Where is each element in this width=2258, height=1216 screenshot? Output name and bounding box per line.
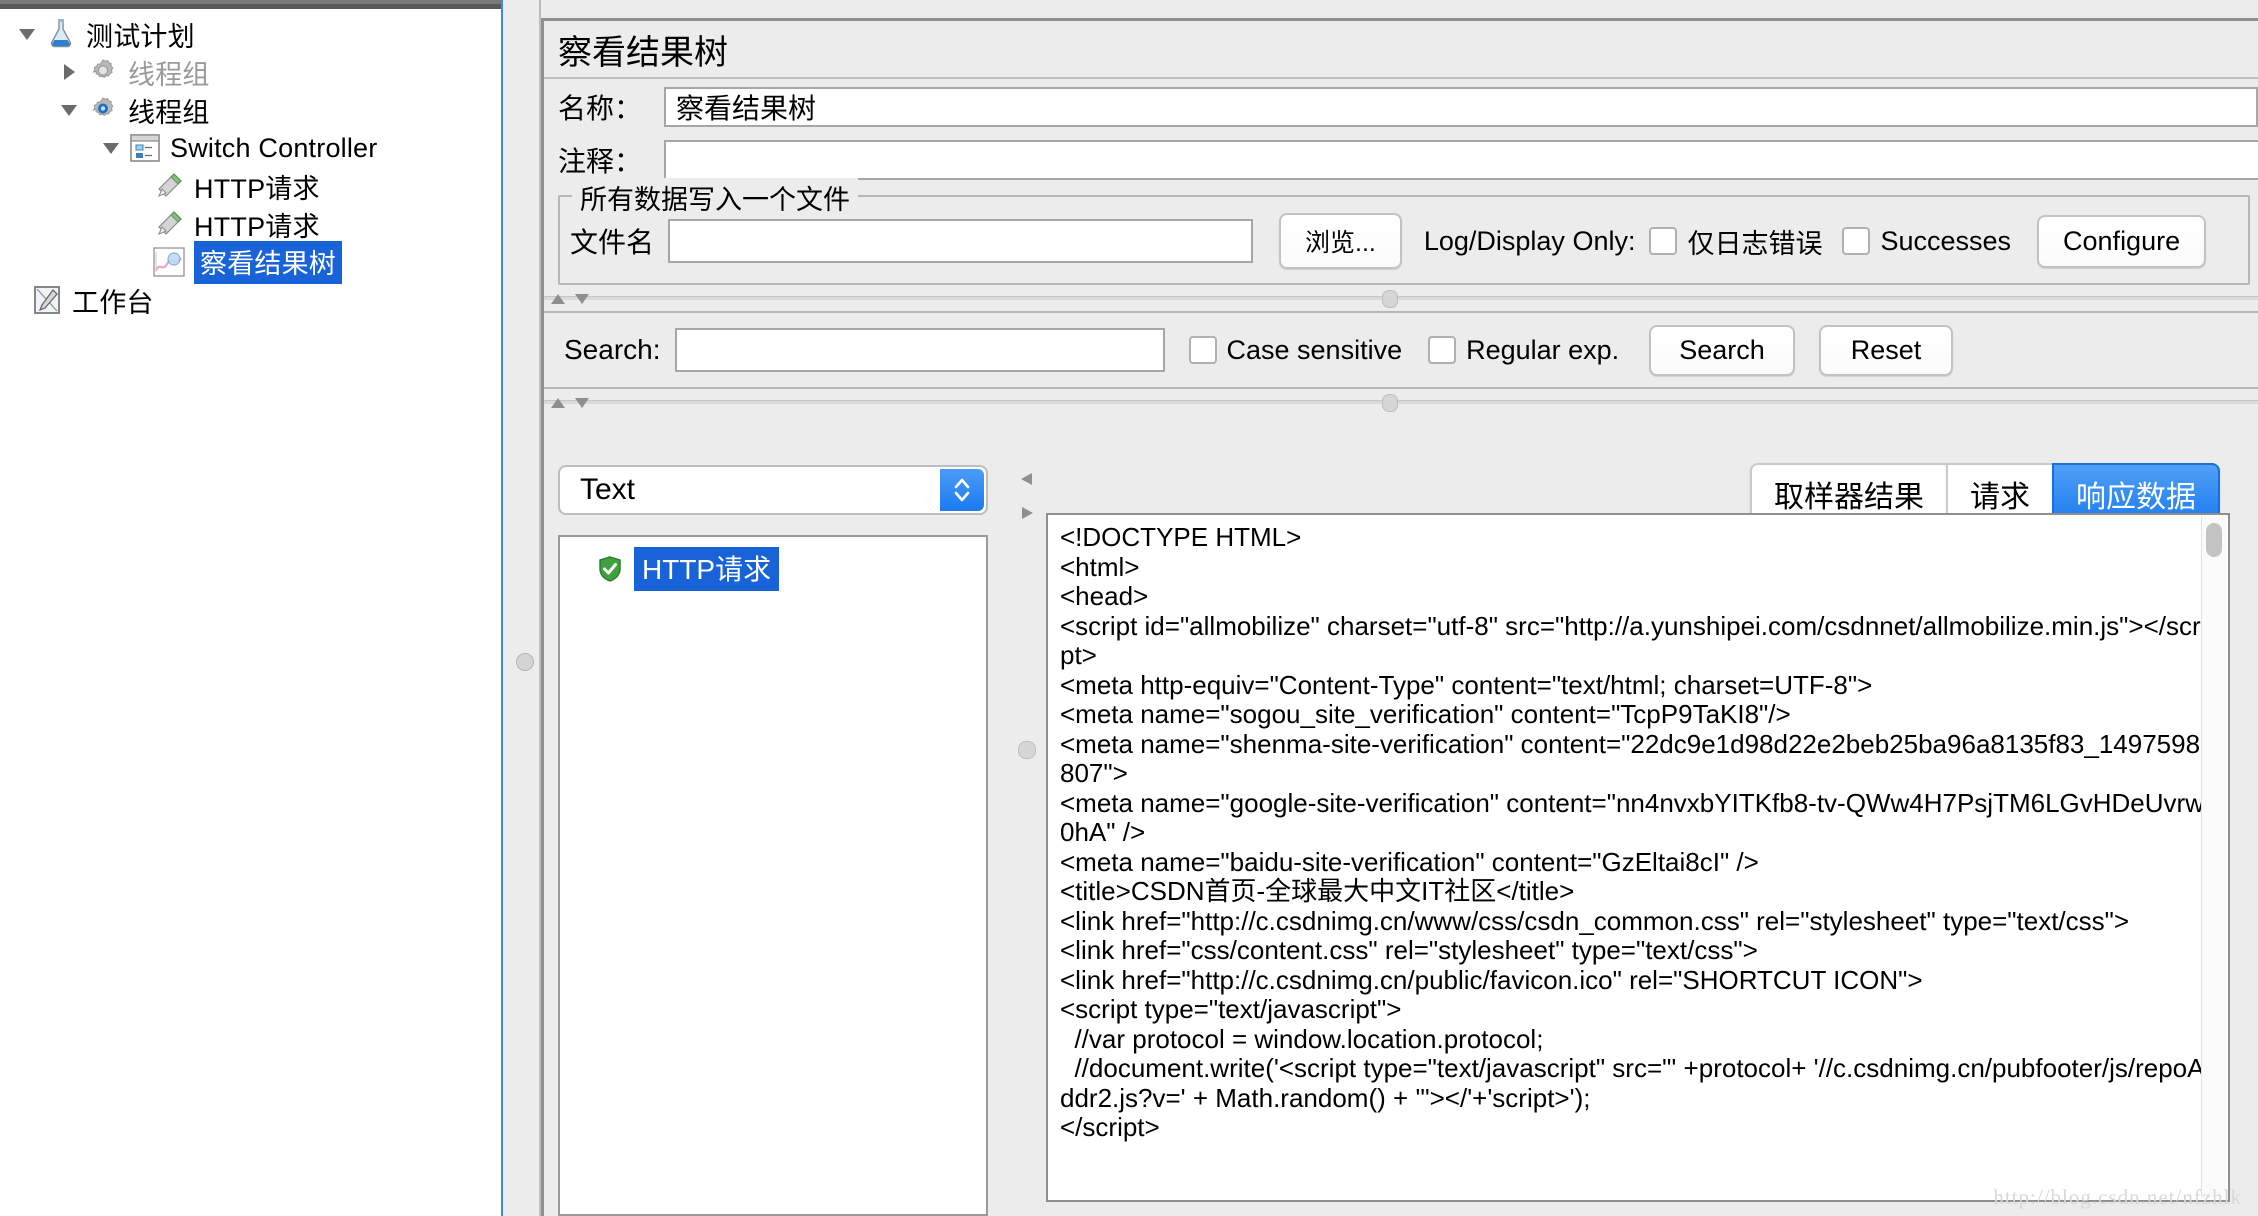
- collapse-right-icon[interactable]: [1018, 499, 1036, 528]
- search-label: Search:: [564, 334, 661, 366]
- jmeter-window: 测试计划 线程组: [0, 0, 2258, 1216]
- name-input[interactable]: 察看结果树: [664, 87, 2258, 127]
- checkbox-label: Successes: [1880, 226, 2011, 257]
- list-item-label: HTTP请求: [634, 547, 779, 591]
- chevron-down-icon[interactable]: [52, 91, 86, 129]
- success-shield-icon: [596, 555, 624, 583]
- collapse-left-icon[interactable]: [1018, 465, 1036, 494]
- checkbox-label: Regular exp.: [1466, 335, 1619, 366]
- reset-button[interactable]: Reset: [1819, 325, 1954, 376]
- successes-checkbox[interactable]: Successes: [1842, 226, 2011, 257]
- tree-node-label: Switch Controller: [170, 133, 377, 164]
- groupbox-legend: 所有数据写入一个文件: [572, 178, 858, 217]
- tree-node-http-sampler[interactable]: HTTP请求: [0, 205, 501, 243]
- collapse-up-icon[interactable]: [550, 284, 566, 313]
- right-pane: 察看结果树 名称： 察看结果树 注释： 所有数据写入一个文件 文件名: [501, 0, 2258, 1216]
- sampler-list[interactable]: HTTP请求: [558, 535, 988, 1216]
- checkbox-box[interactable]: [1189, 336, 1217, 364]
- response-data-textarea[interactable]: <!DOCTYPE HTML> <html> <head> <script id…: [1046, 513, 2230, 1202]
- chevron-updown-icon[interactable]: [940, 469, 984, 511]
- configure-button[interactable]: Configure: [2037, 215, 2206, 268]
- sash-knob[interactable]: [1382, 290, 1398, 308]
- renderer-select[interactable]: Text: [558, 465, 988, 515]
- errors-only-checkbox[interactable]: 仅日志错误: [1649, 222, 1822, 261]
- sash-track: [544, 296, 2258, 300]
- test-plan-icon: [44, 18, 78, 50]
- collapse-down-icon[interactable]: [574, 284, 590, 313]
- list-splitter[interactable]: [1014, 451, 1040, 1216]
- name-label: 名称：: [558, 87, 664, 127]
- sash-divider-top[interactable]: [544, 285, 2258, 311]
- filename-label: 文件名: [570, 221, 654, 261]
- sash-knob[interactable]: [1382, 394, 1398, 412]
- case-sensitive-checkbox[interactable]: Case sensitive: [1189, 335, 1403, 366]
- tree-node-workbench[interactable]: 工作台: [0, 281, 501, 319]
- comment-input[interactable]: [664, 140, 2258, 180]
- view-results-tree-card: 察看结果树 名称： 察看结果树 注释： 所有数据写入一个文件 文件名: [541, 18, 2258, 1216]
- regular-exp-checkbox[interactable]: Regular exp.: [1428, 335, 1619, 366]
- comment-label: 注释：: [558, 140, 664, 180]
- name-row: 名称： 察看结果树: [544, 79, 2258, 135]
- collapse-down-icon[interactable]: [574, 388, 590, 417]
- tree-node-list[interactable]: 测试计划 线程组: [0, 9, 501, 319]
- thread-group-disabled-icon: [86, 56, 120, 88]
- scrollbar-thumb[interactable]: [2206, 523, 2222, 557]
- list-item[interactable]: HTTP请求: [560, 549, 986, 589]
- tree-node-label: 线程组: [128, 53, 210, 92]
- sash-divider-bottom[interactable]: [544, 389, 2258, 415]
- tree-node-label: HTTP请求: [194, 167, 320, 206]
- tree-node-label: 工作台: [72, 281, 154, 320]
- tree-node-label: 线程组: [128, 91, 210, 130]
- sash-track: [544, 400, 2258, 404]
- tree-node-thread-group-disabled[interactable]: 线程组: [0, 53, 501, 91]
- thread-group-icon: [86, 94, 120, 126]
- checkbox-box[interactable]: [1649, 227, 1677, 255]
- tree-node-http-sampler[interactable]: HTTP请求: [0, 167, 501, 205]
- view-results-tree-icon: [152, 246, 186, 278]
- filename-row: 文件名 浏览... Log/Display Only: 仅日志错误 Succes…: [570, 213, 2238, 269]
- http-sampler-icon: [152, 208, 186, 240]
- vertical-splitter[interactable]: [501, 0, 543, 1216]
- chevron-right-icon[interactable]: [52, 53, 86, 91]
- tree-node-label: 察看结果树: [194, 241, 342, 284]
- chevron-down-icon[interactable]: [10, 15, 44, 53]
- workbench-icon: [30, 284, 64, 316]
- collapse-up-icon[interactable]: [550, 388, 566, 417]
- checkbox-box[interactable]: [1428, 336, 1456, 364]
- tree-node-view-results-tree[interactable]: 察看结果树: [0, 243, 501, 281]
- element-editor-panel: 察看结果树 名称： 察看结果树 注释： 所有数据写入一个文件 文件名: [541, 0, 2258, 1216]
- tree-node-thread-group[interactable]: 线程组: [0, 91, 501, 129]
- tree-node-label: 测试计划: [86, 15, 195, 54]
- http-sampler-icon: [152, 170, 186, 202]
- response-data-text: <!DOCTYPE HTML> <html> <head> <script id…: [1048, 515, 2228, 1143]
- tree-node-label: HTTP请求: [194, 205, 320, 244]
- window-top-edge: [0, 0, 501, 9]
- checkbox-label: Case sensitive: [1227, 335, 1403, 366]
- response-scrollbar[interactable]: [2201, 517, 2226, 1198]
- test-plan-tree-pane: 测试计划 线程组: [0, 0, 501, 1216]
- tree-node-switch-controller[interactable]: Switch Controller: [0, 129, 501, 167]
- response-pane: 取样器结果 请求 响应数据 <!DOCTYPE HTML> <html> <he…: [1040, 451, 2258, 1216]
- tree-node-test-plan[interactable]: 测试计划: [0, 15, 501, 53]
- browse-button[interactable]: 浏览...: [1279, 213, 1402, 269]
- renderer-selected-value: Text: [560, 473, 635, 507]
- search-input[interactable]: [675, 328, 1165, 372]
- checkbox-label: 仅日志错误: [1687, 222, 1822, 261]
- results-area: Text: [544, 451, 2258, 1216]
- switch-controller-icon: [128, 132, 162, 164]
- search-row: Search: Case sensitive Regular exp. Sear…: [544, 313, 2258, 387]
- chevron-down-icon[interactable]: [94, 129, 128, 167]
- search-button[interactable]: Search: [1649, 325, 1795, 376]
- log-display-only-label: Log/Display Only:: [1424, 226, 1636, 257]
- filename-input[interactable]: [668, 219, 1253, 263]
- sampler-result-list-pane: Text: [544, 451, 1014, 1216]
- checkbox-box[interactable]: [1842, 227, 1870, 255]
- write-all-data-groupbox: 所有数据写入一个文件 文件名 浏览... Log/Display Only: 仅…: [558, 195, 2250, 285]
- splitter-knob[interactable]: [1018, 741, 1036, 759]
- page-title: 察看结果树: [544, 21, 2258, 79]
- splitter-grip[interactable]: [516, 653, 534, 671]
- search-zone: Search: Case sensitive Regular exp. Sear…: [544, 311, 2258, 389]
